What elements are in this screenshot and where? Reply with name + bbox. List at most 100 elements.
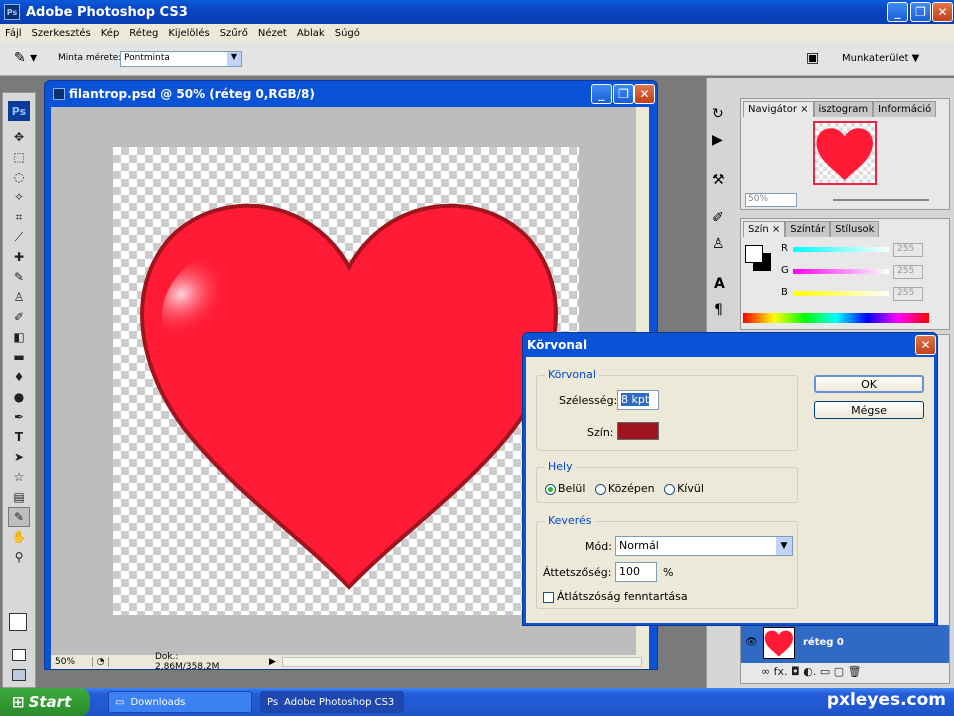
character-icon[interactable]: A xyxy=(714,276,725,292)
doc-maximize-button[interactable]: ❐ xyxy=(613,84,634,104)
close-button[interactable]: ✕ xyxy=(932,2,953,22)
layer-footer-icons[interactable]: ∞ fx. ◘ ◐. ▭ ▢ 🗑 xyxy=(761,665,862,678)
heart-shape[interactable] xyxy=(131,177,571,597)
history-brush-icon[interactable]: ✐ xyxy=(8,307,30,327)
maximize-button[interactable]: ❐ xyxy=(910,2,931,22)
minimize-button[interactable]: _ xyxy=(887,2,908,22)
play-icon[interactable]: ▶ xyxy=(269,657,276,667)
tool-presets-icon[interactable]: ⚒ xyxy=(712,172,725,188)
screen-mode-icon[interactable] xyxy=(12,669,26,681)
fg-color-chip[interactable] xyxy=(745,245,763,263)
crop-tool-icon[interactable]: ⌗ xyxy=(8,207,30,227)
marquee-tool-icon[interactable]: ⬚ xyxy=(8,147,30,167)
radio-outside-label[interactable]: Kívül xyxy=(677,482,704,495)
taskbar-item-downloads[interactable]: ▭ Downloads xyxy=(108,691,252,713)
magic-wand-icon[interactable]: ✧ xyxy=(8,187,30,207)
channel-b-slider[interactable] xyxy=(793,291,889,296)
slice-tool-icon[interactable]: ⟋ xyxy=(8,227,30,247)
layer-row[interactable]: 👁 réteg 0 xyxy=(741,625,949,663)
menu-file[interactable]: Fájl xyxy=(4,28,23,39)
doc-minimize-button[interactable]: _ xyxy=(591,84,612,104)
tab-color[interactable]: Szín × xyxy=(743,221,786,237)
menu-edit[interactable]: Szerkesztés xyxy=(31,28,92,39)
channel-g-slider[interactable] xyxy=(793,269,889,274)
ok-button[interactable]: OK xyxy=(814,375,924,393)
chevron-down-icon[interactable]: ▼ xyxy=(227,52,241,66)
shape-tool-icon[interactable]: ☆ xyxy=(8,467,30,487)
radio-inside-label[interactable]: Belül xyxy=(558,482,585,495)
brushes-icon[interactable]: ✐ xyxy=(712,210,724,226)
paragraph-icon[interactable]: ¶ xyxy=(714,302,723,318)
status-info-icon[interactable]: ◔ xyxy=(93,657,109,667)
stamp-tool-icon[interactable]: ♙ xyxy=(8,287,30,307)
stroke-color-swatch[interactable] xyxy=(617,422,659,440)
chevron-down-icon[interactable]: ▼ xyxy=(776,537,792,555)
healing-tool-icon[interactable]: ✚ xyxy=(8,247,30,267)
sample-size-label: Minta mérete: xyxy=(58,53,122,63)
actions-icon[interactable]: ▶ xyxy=(712,132,723,148)
navigator-zoom-slider[interactable] xyxy=(833,199,929,201)
start-button[interactable]: ⊞ Start xyxy=(0,688,90,716)
taskbar-item-photoshop[interactable]: Ps Adobe Photoshop CS3 xyxy=(260,691,404,713)
dialog-close-button[interactable]: ✕ xyxy=(915,335,936,355)
type-tool-icon[interactable]: T xyxy=(8,427,30,447)
color-spectrum-bar[interactable] xyxy=(743,313,929,323)
channel-b-value[interactable]: 255 xyxy=(893,287,923,301)
dodge-tool-icon[interactable]: ● xyxy=(8,387,30,407)
menu-filter[interactable]: Szűrő xyxy=(219,28,249,39)
channel-g-value[interactable]: 255 xyxy=(893,265,923,279)
channel-r-slider[interactable] xyxy=(793,247,889,252)
zoom-tool-icon[interactable]: ⚲ xyxy=(8,547,30,567)
brush-tool-icon[interactable]: ✎ xyxy=(8,267,30,287)
hand-tool-icon[interactable]: ✋ xyxy=(8,527,30,547)
history-icon[interactable]: ↻ xyxy=(712,106,724,122)
eyedropper-icon[interactable]: ✎ ▾ xyxy=(14,50,37,66)
workspace-button[interactable]: Munkaterület ▼ xyxy=(842,53,919,64)
taskbar: ⊞ Start ▭ Downloads Ps Adobe Photoshop CS3 xyxy=(0,688,954,716)
mode-select[interactable]: Normál ▼ xyxy=(615,536,793,556)
foreground-color-swatch[interactable] xyxy=(9,613,27,631)
tab-navigator[interactable]: Navigátor × xyxy=(743,101,814,117)
radio-center[interactable] xyxy=(594,483,606,495)
radio-outside[interactable] xyxy=(664,483,676,495)
preserve-transparency-checkbox[interactable] xyxy=(543,591,554,603)
preserve-transparency-label[interactable]: Átlátszóság fenntartása xyxy=(557,590,688,603)
layer-name[interactable]: réteg 0 xyxy=(803,637,844,648)
doc-close-button[interactable]: ✕ xyxy=(634,84,655,104)
tab-styles[interactable]: Stílusok xyxy=(830,221,880,237)
zoom-level[interactable]: 50% xyxy=(51,657,93,667)
menu-view[interactable]: Nézet xyxy=(257,28,288,39)
width-input[interactable]: 8 kpt xyxy=(617,390,659,410)
notes-tool-icon[interactable]: ▤ xyxy=(8,487,30,507)
blur-tool-icon[interactable]: ♦ xyxy=(8,367,30,387)
gradient-tool-icon[interactable]: ▬ xyxy=(8,347,30,367)
tab-info[interactable]: Információ xyxy=(873,101,937,117)
document-title: filantrop.psd @ 50% (réteg 0,RGB/8) xyxy=(69,87,315,101)
tab-swatches[interactable]: Színtár xyxy=(785,221,831,237)
opacity-input[interactable]: 100 xyxy=(615,562,657,582)
radio-center-label[interactable]: Középen xyxy=(608,482,655,495)
pen-tool-icon[interactable]: ✒ xyxy=(8,407,30,427)
menu-layer[interactable]: Réteg xyxy=(128,28,159,39)
clone-source-icon[interactable]: ♙ xyxy=(712,236,725,252)
channel-r-value[interactable]: 255 xyxy=(893,243,923,257)
navigator-zoom-field[interactable]: 50% xyxy=(745,193,797,207)
quick-mask-icon[interactable] xyxy=(12,649,26,661)
move-tool-icon[interactable]: ✥ xyxy=(8,127,30,147)
menu-select[interactable]: Kijelölés xyxy=(167,28,210,39)
eye-icon[interactable]: 👁 xyxy=(745,637,758,648)
eyedropper-tool-icon[interactable]: ✎ xyxy=(8,507,30,527)
menu-window[interactable]: Ablak xyxy=(296,28,326,39)
tab-histogram[interactable]: isztogram xyxy=(813,101,874,117)
cancel-button[interactable]: Mégse xyxy=(814,401,924,419)
radio-inside[interactable] xyxy=(545,483,556,495)
sample-size-select[interactable]: Pontminta ▼ xyxy=(120,51,242,67)
path-select-icon[interactable]: ➤ xyxy=(8,447,30,467)
workspace-icon[interactable]: ▣ xyxy=(806,50,819,66)
navigator-thumbnail[interactable] xyxy=(813,121,877,185)
lasso-tool-icon[interactable]: ◌ xyxy=(8,167,30,187)
horizontal-scrollbar[interactable] xyxy=(281,657,642,667)
menu-help[interactable]: Súgó xyxy=(334,28,361,39)
menu-image[interactable]: Kép xyxy=(100,28,121,39)
eraser-tool-icon[interactable]: ◧ xyxy=(8,327,30,347)
